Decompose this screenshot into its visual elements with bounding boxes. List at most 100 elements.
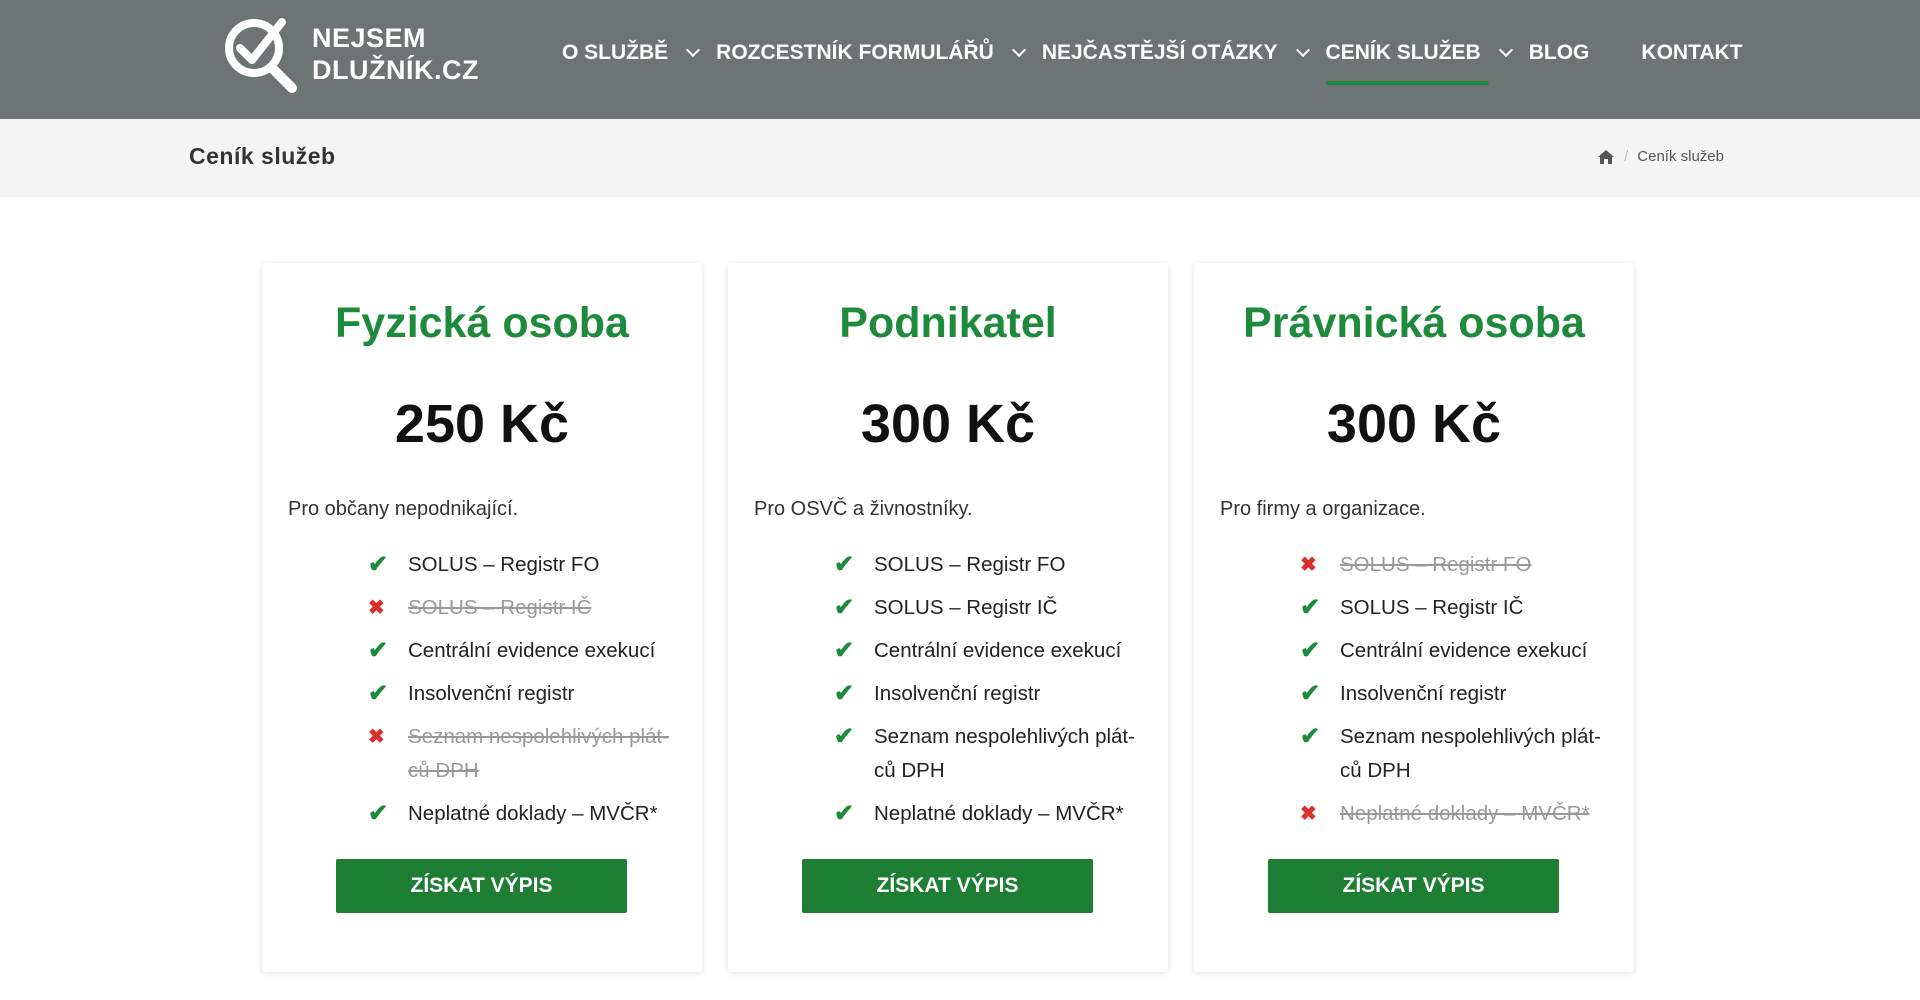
chevron-down-icon	[1011, 42, 1026, 58]
magnifier-check-logo-icon	[225, 18, 297, 93]
feature-item: ✔ Seznam nespolehlivých plát­ců DPH	[1300, 720, 1610, 788]
feature-label: SOLUS – Registr FO	[874, 553, 1066, 576]
feature-label: Seznam nespolehlivých plát­ců DPH	[408, 725, 669, 782]
chevron-down-icon	[686, 42, 701, 58]
feature-item: ✖ Neplatné doklady – MVČR*	[1300, 797, 1610, 831]
nav-label: BLOG	[1528, 41, 1590, 64]
nav-label: NEJČASTĚJŠÍ OTÁZKY	[1041, 41, 1278, 64]
check-icon: ✔	[1300, 594, 1321, 621]
feature-label: SOLUS – Registr IČ	[408, 596, 592, 619]
nav-label: CENÍK SLUŽEB	[1325, 41, 1481, 64]
check-icon: ✔	[368, 637, 389, 664]
feature-item: ✔ Centrální evidence exekucí	[834, 634, 1144, 668]
nav-label: O SLUŽBĚ	[562, 41, 669, 64]
feature-label: Seznam nespolehlivých plát­ců DPH	[874, 725, 1135, 782]
page-title: Ceník služeb	[189, 143, 336, 169]
breadcrumb-bar: Ceník služeb / Ceník služeb	[0, 119, 1920, 197]
check-icon: ✔	[368, 800, 389, 827]
nav-nejcastejsi-otazky[interactable]: NEJČASTĚJŠÍ OTÁZKY	[1042, 41, 1326, 65]
breadcrumb-separator: /	[1624, 148, 1629, 165]
cross-icon: ✖	[1300, 803, 1317, 825]
cross-icon: ✖	[1300, 554, 1317, 576]
nav-label: ROZCESTNÍK FORMULÁŘŮ	[716, 41, 994, 64]
nav-rozcestnik-formularu[interactable]: ROZCESTNÍK FORMULÁŘŮ	[716, 41, 1042, 65]
pricing-card: Právnická osoba 300 Kč Pro firmy a organ…	[1194, 263, 1634, 972]
pricing-card: Podnikatel 300 Kč Pro OSVČ a živnostníky…	[728, 263, 1168, 972]
feature-label: Neplatné doklady – MVČR*	[408, 802, 658, 825]
nav-kontakt[interactable]: KONTAKT	[1641, 41, 1742, 65]
feature-label: Centrální evidence exekucí	[874, 639, 1122, 662]
feature-item: ✔ SOLUS – Registr FO	[368, 548, 678, 582]
breadcrumb: / Ceník služeb	[1597, 148, 1724, 165]
check-icon: ✔	[1300, 723, 1321, 750]
chevron-down-icon	[1295, 42, 1310, 58]
feature-label: SOLUS – Registr IČ	[1340, 596, 1524, 619]
feature-label: Centrální evidence exekucí	[408, 639, 656, 662]
feature-list: ✖ SOLUS – Registr FO ✔ SOLUS – Registr I…	[1300, 548, 1610, 840]
card-price: 250 Kč	[394, 394, 570, 454]
nav-blog[interactable]: BLOG	[1529, 41, 1590, 65]
card-description: Pro OSVČ a živnostníky.	[754, 498, 973, 520]
nav-cenik-sluzeb[interactable]: CENÍK SLUŽEB	[1325, 41, 1529, 85]
check-icon: ✔	[834, 637, 855, 664]
card-price: 300 Kč	[1326, 394, 1502, 454]
check-icon: ✔	[834, 723, 855, 750]
logo-line1: NEJSEM	[312, 23, 427, 53]
feature-item: ✔ SOLUS – Registr IČ	[834, 591, 1144, 625]
feature-label: Neplatné doklady – MVČR*	[874, 802, 1124, 825]
feature-label: SOLUS – Registr IČ	[874, 596, 1058, 619]
feature-label: SOLUS – Registr FO	[1340, 553, 1532, 576]
home-icon[interactable]	[1597, 149, 1615, 165]
feature-item: ✔ Insolvenční registr	[1300, 677, 1610, 711]
main-nav: O SLUŽBĚ ROZCESTNÍK FORMULÁŘŮ NEJČASTĚJŠ…	[562, 0, 1743, 106]
feature-item: ✔ SOLUS – Registr FO	[834, 548, 1144, 582]
check-icon: ✔	[1300, 637, 1321, 664]
card-title: Fyzická osoba	[335, 299, 629, 347]
card-description: Pro firmy a organizace.	[1220, 498, 1426, 520]
feature-item: ✔ Insolvenční registr	[368, 677, 678, 711]
check-icon: ✔	[1300, 680, 1321, 707]
feature-item: ✔ Insolvenční registr	[834, 677, 1144, 711]
check-icon: ✔	[834, 800, 855, 827]
feature-label: Seznam nespolehlivých plát­ců DPH	[1340, 725, 1601, 782]
pricing-card: Fyzická osoba 250 Kč Pro občany nepodnik…	[262, 263, 702, 972]
check-icon: ✔	[834, 680, 855, 707]
feature-item: ✔ Seznam nespolehlivých plát­ců DPH	[834, 720, 1144, 788]
breadcrumb-current: Ceník služeb	[1637, 148, 1724, 165]
chevron-down-icon	[1498, 42, 1513, 58]
cross-icon: ✖	[368, 726, 385, 748]
logo[interactable]: NEJSEM DLUŽNÍK.CZ	[222, 14, 479, 94]
feature-label: Insolvenční registr	[408, 682, 575, 705]
logo-text: NEJSEM DLUŽNÍK.CZ	[312, 22, 479, 86]
check-icon: ✔	[368, 680, 389, 707]
card-price: 300 Kč	[860, 394, 1036, 454]
logo-line2: DLUŽNÍK.CZ	[312, 55, 479, 85]
check-icon: ✔	[834, 551, 855, 578]
feature-item: ✖ SOLUS – Registr IČ	[368, 591, 678, 625]
get-statement-button[interactable]: ZÍSKAT VÝPIS	[336, 859, 627, 913]
get-statement-button[interactable]: ZÍSKAT VÝPIS	[1268, 859, 1559, 913]
card-title: Právnická osoba	[1243, 299, 1585, 347]
feature-label: SOLUS – Registr FO	[408, 553, 600, 576]
feature-item: ✔ Centrální evidence exekucí	[1300, 634, 1610, 668]
check-icon: ✔	[834, 594, 855, 621]
cross-icon: ✖	[368, 597, 385, 619]
feature-label: Insolvenční registr	[1340, 682, 1507, 705]
feature-label: Centrální evidence exekucí	[1340, 639, 1588, 662]
feature-item: ✔ Centrální evidence exekucí	[368, 634, 678, 668]
feature-item: ✔ Neplatné doklady – MVČR*	[368, 797, 678, 831]
site-header: NEJSEM DLUŽNÍK.CZ O SLUŽBĚ ROZCESTNÍK FO…	[0, 0, 1920, 119]
card-description: Pro občany nepodnikající.	[288, 498, 519, 520]
feature-list: ✔ SOLUS – Registr FO ✖ SOLUS – Registr I…	[368, 548, 678, 840]
feature-item: ✖ SOLUS – Registr FO	[1300, 548, 1610, 582]
feature-list: ✔ SOLUS – Registr FO ✔ SOLUS – Registr I…	[834, 548, 1144, 840]
feature-label: Neplatné doklady – MVČR*	[1340, 802, 1590, 825]
feature-item: ✔ SOLUS – Registr IČ	[1300, 591, 1610, 625]
check-icon: ✔	[368, 551, 389, 578]
get-statement-button[interactable]: ZÍSKAT VÝPIS	[802, 859, 1093, 913]
feature-item: ✔ Neplatné doklady – MVČR*	[834, 797, 1144, 831]
nav-label: KONTAKT	[1641, 41, 1743, 64]
feature-label: Insolvenční registr	[874, 682, 1041, 705]
nav-o-sluzbe[interactable]: O SLUŽBĚ	[562, 41, 716, 65]
card-title: Podnikatel	[839, 299, 1057, 347]
